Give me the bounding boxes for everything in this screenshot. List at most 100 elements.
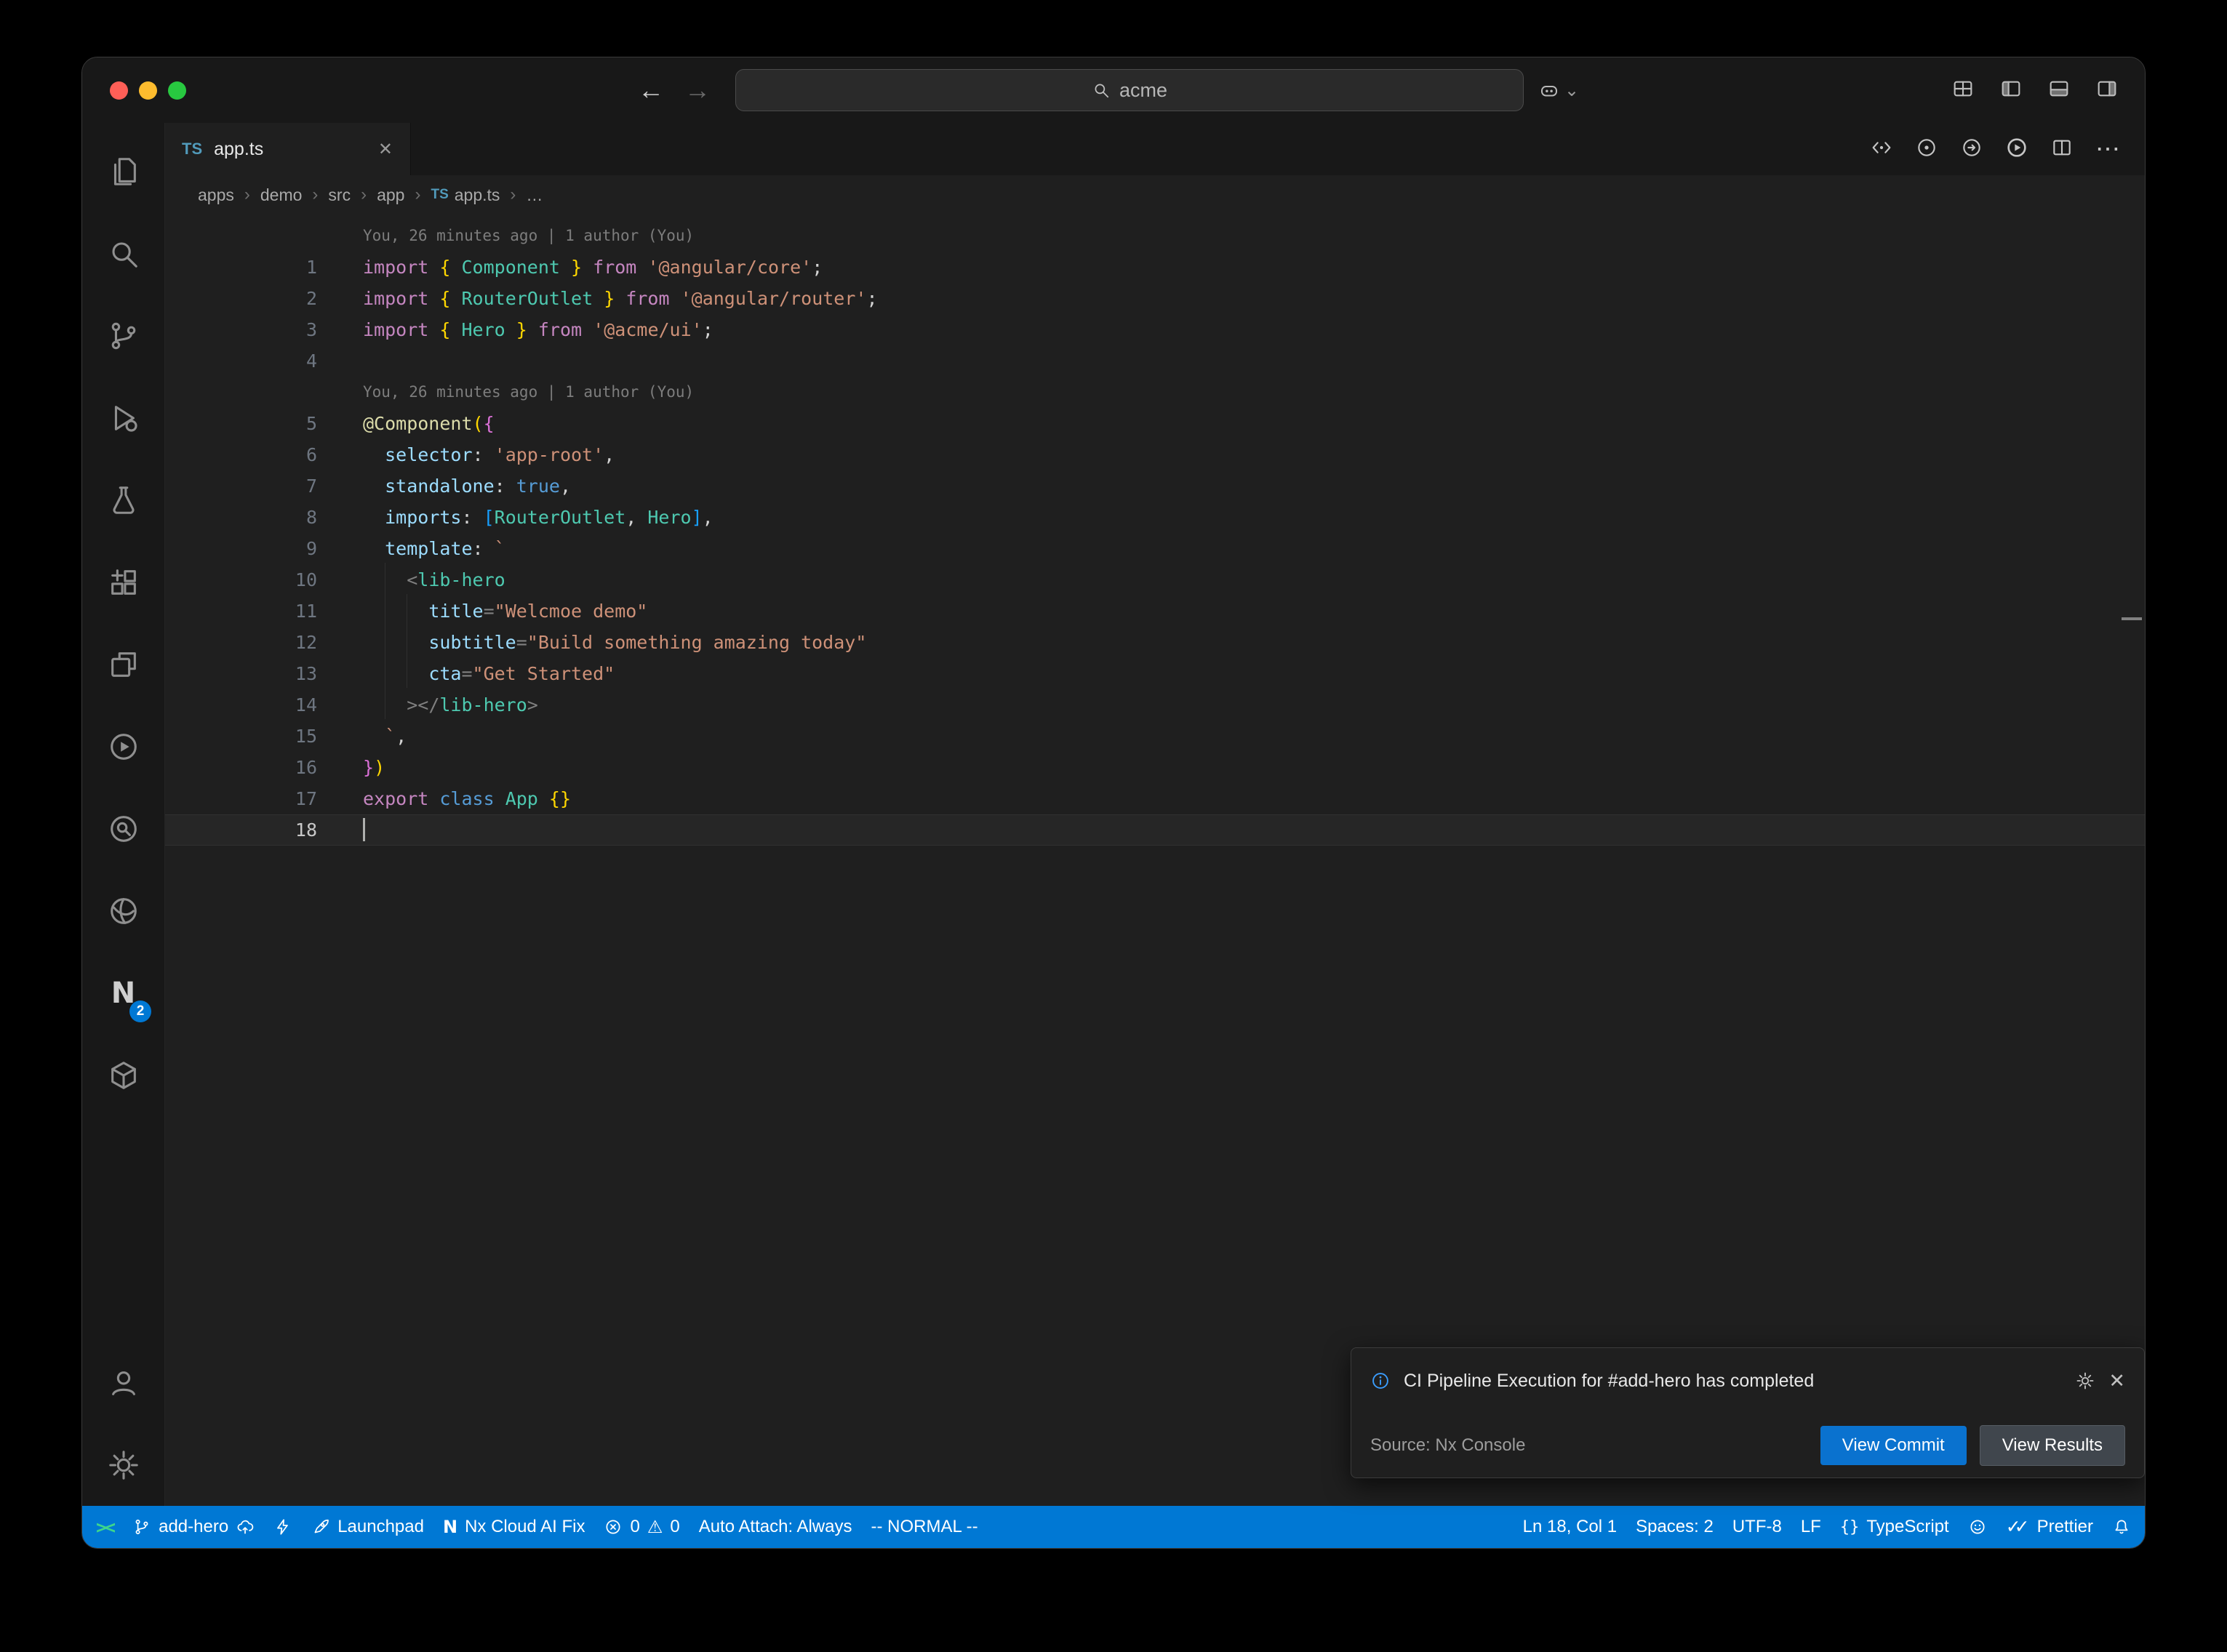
vscode-window: ← → acme ⌄	[81, 57, 2146, 1549]
zoom-window-button[interactable]	[168, 81, 186, 100]
code-line[interactable]: 2import { RouterOutlet } from '@angular/…	[164, 283, 2145, 314]
code-line[interactable]: 18	[164, 814, 2145, 846]
code-line[interactable]: 5@Component({	[164, 408, 2145, 439]
status-language[interactable]: {} TypeScript	[1831, 1506, 1959, 1548]
toggle-right-sidebar-icon[interactable]	[2095, 77, 2119, 104]
customize-layout-icon[interactable]	[1951, 77, 1975, 104]
double-check-icon: ✓✓	[2006, 1516, 2030, 1538]
line-number: 14	[164, 689, 363, 721]
toggle-left-sidebar-icon[interactable]	[1999, 77, 2023, 104]
breadcrumb-item[interactable]: demo	[260, 185, 303, 205]
search-sidebar-icon[interactable]	[82, 212, 164, 294]
code-line[interactable]: 7 standalone: true,	[164, 470, 2145, 502]
split-editor-icon[interactable]	[2050, 136, 2074, 163]
nx-icon[interactable]: N 2	[82, 952, 164, 1034]
rocket-icon	[311, 1517, 330, 1536]
scrollbar-marker[interactable]	[2122, 617, 2142, 620]
breadcrumb-item[interactable]: src	[328, 185, 351, 205]
copilot-menu[interactable]: ⌄	[1538, 79, 1579, 101]
warning-icon: ⚠	[647, 1517, 663, 1538]
window-controls	[82, 81, 255, 100]
blame-annotation-row[interactable]: You, 26 minutes ago | 1 author (You)	[164, 377, 2145, 408]
minimize-window-button[interactable]	[139, 81, 157, 100]
code-line[interactable]: 4	[164, 345, 2145, 377]
tab-app-ts[interactable]: TS app.ts ✕	[164, 123, 411, 175]
blame-annotation-row[interactable]: You, 26 minutes ago | 1 author (You)	[164, 220, 2145, 252]
code-editor[interactable]: You, 26 minutes ago | 1 author (You)1imp…	[164, 214, 2145, 1506]
status-branch[interactable]: add-hero	[123, 1506, 264, 1548]
navigate-forward-button[interactable]: →	[674, 75, 721, 105]
line-number: 15	[164, 721, 363, 752]
close-window-button[interactable]	[110, 81, 128, 100]
status-nx-cloud-fix[interactable]: N Nx Cloud AI Fix	[433, 1506, 594, 1548]
status-auto-attach[interactable]: Auto Attach: Always	[689, 1506, 862, 1548]
run-icon[interactable]	[2005, 136, 2028, 163]
nx-badge: 2	[129, 1001, 151, 1022]
run-debug-icon[interactable]	[82, 377, 164, 459]
account-icon[interactable]	[82, 1342, 164, 1424]
breadcrumb-item[interactable]: apps	[198, 185, 234, 205]
code-line[interactable]: 3import { Hero } from '@acme/ui';	[164, 314, 2145, 345]
close-tab-icon[interactable]: ✕	[378, 139, 393, 160]
breadcrumb-item[interactable]: …	[526, 185, 543, 205]
search-value: acme	[1119, 79, 1167, 102]
code-search-icon[interactable]	[82, 787, 164, 870]
status-launchpad[interactable]: Launchpad	[302, 1506, 433, 1548]
feedback-smiley-icon[interactable]	[1959, 1506, 1996, 1548]
target-icon[interactable]	[1915, 136, 1938, 163]
code-line[interactable]: 1import { Component } from '@angular/cor…	[164, 252, 2145, 283]
extensions-icon[interactable]	[82, 541, 164, 623]
line-number: 16	[164, 752, 363, 783]
settings-gear-icon[interactable]	[82, 1424, 164, 1506]
browser-icon[interactable]	[82, 870, 164, 952]
package-icon[interactable]	[82, 1034, 164, 1116]
code-line[interactable]: 13 cta="Get Started"	[164, 658, 2145, 689]
explorer-icon[interactable]	[82, 130, 164, 212]
toggle-panel-icon[interactable]	[2047, 77, 2071, 104]
line-number: 7	[164, 470, 363, 502]
status-cursor-position[interactable]: Ln 18, Col 1	[1514, 1506, 1626, 1548]
code-line[interactable]: 6 selector: 'app-root',	[164, 439, 2145, 470]
command-center-search[interactable]: acme	[735, 69, 1524, 111]
breadcrumb-item[interactable]: app	[377, 185, 404, 205]
remote-indicator[interactable]: ><	[87, 1506, 123, 1548]
code-line[interactable]: 11 title="Welcmoe demo"	[164, 596, 2145, 627]
line-number: 1	[164, 252, 363, 283]
status-indentation[interactable]: Spaces: 2	[1626, 1506, 1723, 1548]
status-prettier[interactable]: ✓✓ Prettier	[1996, 1506, 2103, 1548]
nx-icon: N	[443, 1517, 457, 1537]
breadcrumb-separator: ›	[244, 185, 250, 205]
notifications-bell-icon[interactable]	[2103, 1506, 2140, 1548]
code-line[interactable]: 8 imports: [RouterOutlet, Hero],	[164, 502, 2145, 533]
more-actions-icon[interactable]: ⋯	[2095, 137, 2120, 161]
navigate-back-button[interactable]: ←	[628, 75, 674, 105]
code-line[interactable]: 15 `,	[164, 721, 2145, 752]
nx-console-icon[interactable]	[1870, 136, 1893, 163]
breadcrumb-item[interactable]: TSapp.ts	[431, 185, 500, 205]
code-line[interactable]: 16})	[164, 752, 2145, 783]
code-line[interactable]: 14 ></lib-hero>	[164, 689, 2145, 721]
notification-close-icon[interactable]: ✕	[2108, 1370, 2125, 1392]
code-line[interactable]: 12 subtitle="Build something amazing tod…	[164, 627, 2145, 658]
status-eol[interactable]: LF	[1791, 1506, 1831, 1548]
activity-bar: N 2	[82, 123, 165, 1506]
line-number: 6	[164, 439, 363, 470]
run-file-icon[interactable]	[1960, 136, 1983, 163]
source-control-icon[interactable]	[82, 294, 164, 377]
code-line[interactable]: 10 <lib-hero	[164, 564, 2145, 596]
code-line[interactable]: 17export class App {}	[164, 783, 2145, 814]
lightning-icon[interactable]	[264, 1506, 302, 1548]
status-encoding[interactable]: UTF-8	[1723, 1506, 1791, 1548]
notification-settings-gear-icon[interactable]	[2075, 1371, 2095, 1391]
view-commit-button[interactable]: View Commit	[1820, 1426, 1967, 1465]
testing-icon[interactable]	[82, 459, 164, 541]
view-results-button[interactable]: View Results	[1980, 1425, 2125, 1466]
layout-controls	[1951, 77, 2145, 104]
text-cursor	[363, 818, 365, 841]
status-problems[interactable]: 0 ⚠ 0	[594, 1506, 689, 1548]
remote-icon: ><	[96, 1517, 113, 1538]
windows-icon[interactable]	[82, 623, 164, 705]
breadcrumb-separator: ›	[415, 185, 420, 205]
code-line[interactable]: 9 template: `	[164, 533, 2145, 564]
play-circle-icon[interactable]	[82, 705, 164, 787]
